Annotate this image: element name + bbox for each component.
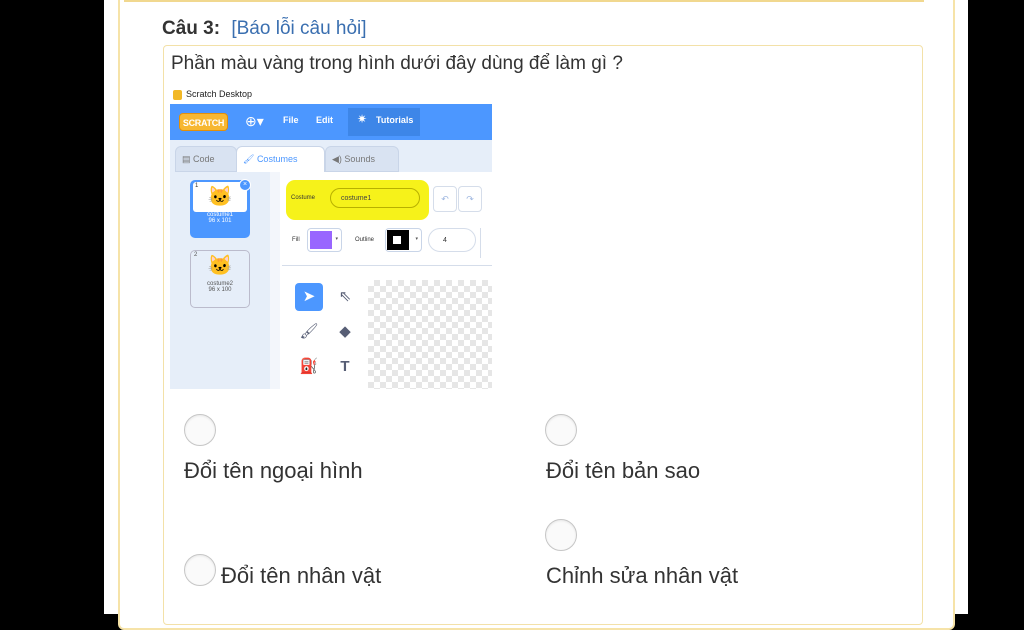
globe-icon: ⊕▾ (245, 113, 264, 129)
costume-item-1: 1 × 🐱 costume1 96 x 101 (190, 179, 251, 238)
costume-size: 96 x 101 (208, 218, 232, 224)
costume-item-2: 2 🐱 costume2 96 x 100 (190, 250, 250, 308)
costume-list-scrollbar (270, 172, 280, 389)
lightbulb-icon: ✷ (357, 112, 368, 126)
scratch-tabs: ▤ Code 🖌 Costumes ◀) Sounds (170, 140, 492, 172)
costume-label: Costume (291, 195, 316, 201)
tab-code: ▤ Code (175, 146, 237, 172)
costume-number: 2 (194, 252, 198, 258)
answer-label-2[interactable]: Đổi tên bản sao (546, 458, 700, 484)
question-text: Phần màu vàng trong hình dưới đây dùng đ… (171, 53, 623, 74)
cat-thumbnail: 🐱 (193, 251, 247, 281)
toolbar-divider (480, 228, 481, 258)
undo-icon: ↶ (433, 186, 457, 212)
scratch-window-title: Scratch Desktop (170, 87, 492, 103)
quiz-page: Câu 3: [Báo lỗi câu hỏi] Phần màu vàng t… (104, 0, 968, 630)
costume-size: 96 x 100 (208, 287, 232, 293)
brush-tool-icon: 🖌 (299, 323, 319, 340)
scratch-screenshot: Scratch Desktop SCRATCH ⊕▾ File Edit ✷ T… (170, 87, 492, 389)
left-letterbox (0, 0, 104, 614)
eraser-tool-icon: ◆ (339, 323, 351, 340)
drawing-canvas (368, 280, 492, 389)
tab-costumes: 🖌 Costumes (236, 146, 325, 172)
fill-label: Fill (292, 237, 300, 243)
text-tool-icon: T (340, 358, 350, 375)
tab-sounds-label: Sounds (344, 154, 375, 164)
card-top-border (124, 0, 924, 2)
cat-icon: 🐱 (207, 255, 233, 277)
tab-sounds: ◀) Sounds (325, 146, 399, 172)
outline-color-swatch: ▾ (385, 228, 422, 252)
menu-file: File (283, 115, 299, 125)
costume-number: 1 (195, 183, 199, 189)
fill-color-swatch: ▾ (307, 228, 342, 252)
reshape-tool-icon: ⇖ (338, 288, 352, 305)
menu-edit: Edit (316, 115, 333, 125)
answer-label-4[interactable]: Chỉnh sửa nhân vật (546, 563, 738, 589)
report-error-link[interactable]: [Báo lỗi câu hỏi] (231, 18, 366, 39)
tab-costumes-label: Costumes (256, 154, 298, 164)
scratch-menu-bar: SCRATCH ⊕▾ File Edit ✷ Tutorials (170, 104, 492, 140)
tab-code-label: Code (193, 154, 215, 164)
answer-label-3[interactable]: Đổi tên nhân vật (221, 563, 381, 589)
scratch-title-text: Scratch Desktop (186, 89, 253, 99)
answer-radio-4[interactable] (545, 519, 577, 551)
right-letterbox (968, 0, 1024, 614)
scratch-logo: SCRATCH (179, 113, 228, 131)
answer-radio-2[interactable] (545, 414, 577, 446)
answer-radio-3[interactable] (184, 554, 216, 586)
scratch-app-icon (173, 90, 182, 100)
question-number: Câu 3: (162, 18, 221, 39)
costume-name-field: costume1 (330, 188, 420, 208)
fill-tool-icon: ⛽ (299, 358, 319, 375)
editor-divider (282, 265, 492, 266)
close-icon: × (239, 179, 251, 191)
question-header: Câu 3: [Báo lỗi câu hỏi] (162, 18, 367, 40)
redo-icon: ↷ (458, 186, 482, 212)
outline-label: Outline (355, 237, 375, 243)
answer-radio-1[interactable] (184, 414, 216, 446)
select-tool-icon: ➤ (295, 283, 323, 311)
menu-tutorials: Tutorials (376, 115, 414, 125)
answer-label-1[interactable]: Đổi tên ngoại hình (184, 458, 363, 484)
cat-icon: 🐱 (207, 186, 233, 208)
outline-width-field: 4 (428, 228, 476, 252)
